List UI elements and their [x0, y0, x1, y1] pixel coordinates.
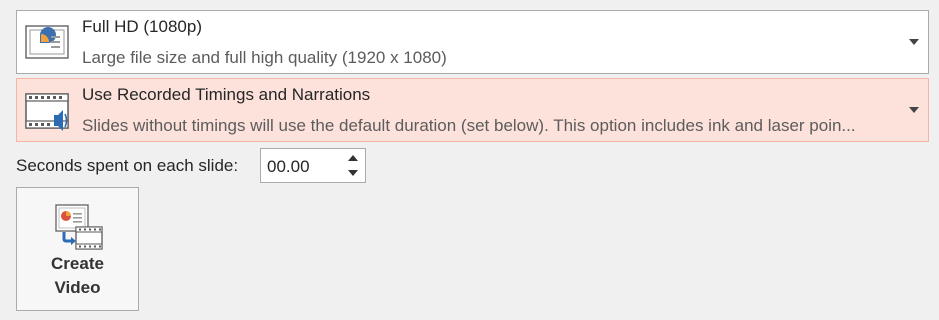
seconds-per-slide-input[interactable]: 00.00	[260, 148, 366, 183]
create-video-icon	[55, 204, 103, 250]
timings-description: Slides without timings will use the defa…	[82, 116, 856, 135]
filmstrip-speaker-icon	[25, 93, 69, 131]
quality-description: Large file size and full high quality (1…	[82, 48, 447, 67]
seconds-value[interactable]: 00.00	[267, 157, 310, 177]
spin-down-icon[interactable]	[346, 167, 360, 179]
presentation-slide-icon	[25, 25, 69, 59]
quality-title: Full HD (1080p)	[82, 17, 202, 36]
timings-dropdown[interactable]: Use Recorded Timings and Narrations Slid…	[16, 78, 929, 142]
video-quality-dropdown[interactable]: Full HD (1080p) Large file size and full…	[16, 10, 929, 74]
timings-title: Use Recorded Timings and Narrations	[82, 85, 371, 104]
seconds-per-slide-label: Seconds spent on each slide:	[16, 156, 239, 175]
chevron-down-icon	[909, 107, 919, 113]
chevron-down-icon	[909, 39, 919, 45]
spin-up-icon[interactable]	[346, 152, 360, 164]
create-video-button[interactable]: Create Video	[16, 187, 139, 311]
create-video-label: Create Video	[51, 254, 104, 297]
